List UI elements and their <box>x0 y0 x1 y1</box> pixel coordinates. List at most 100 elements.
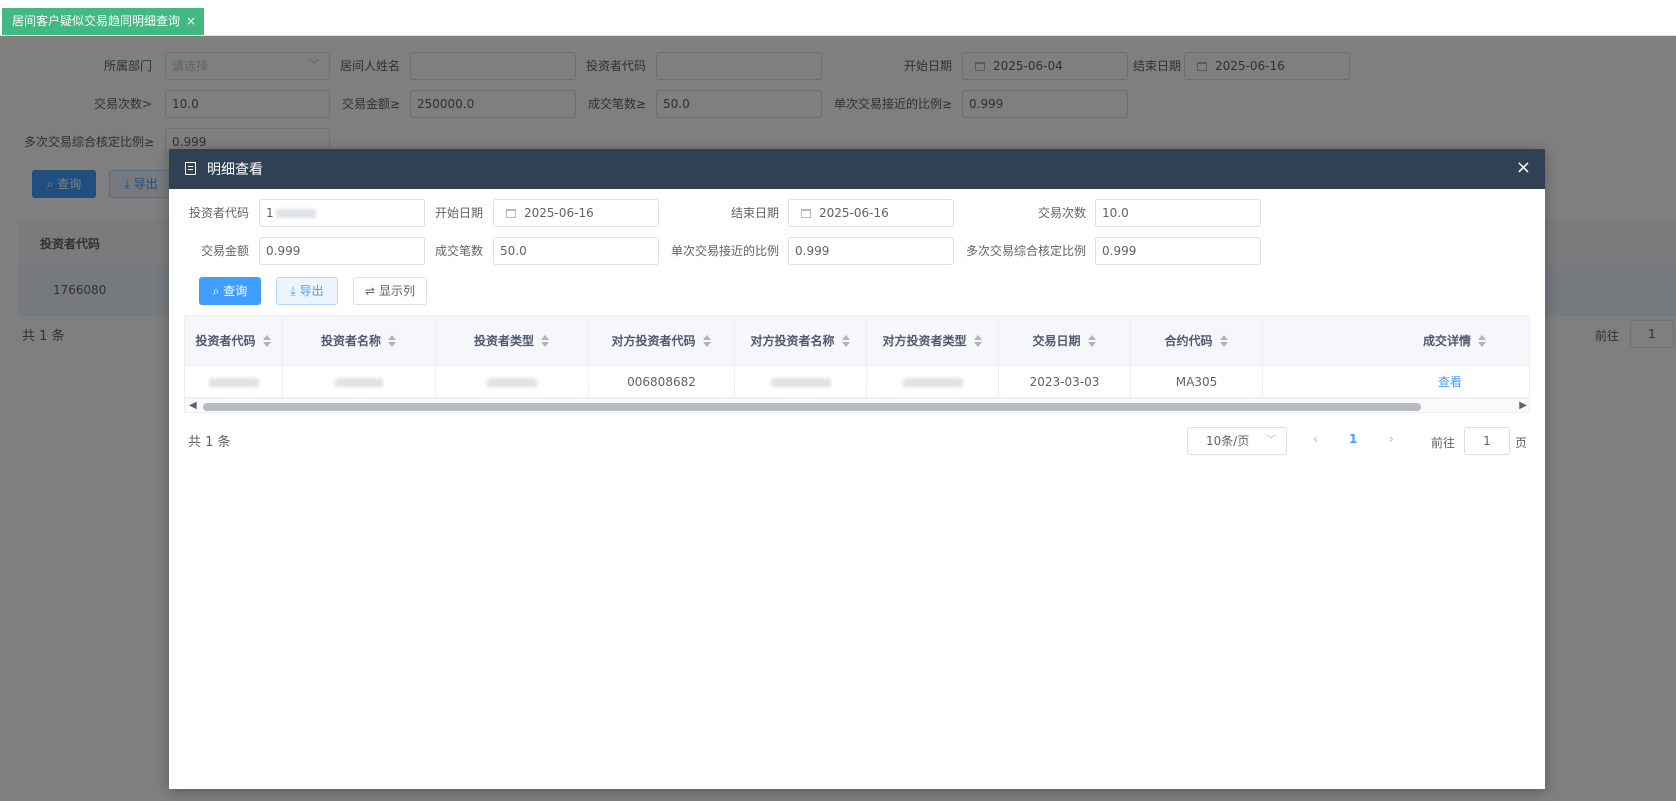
chevron-down-icon: ﹀ <box>1266 435 1276 446</box>
column-header-label: 对方投资者代码 <box>611 334 696 348</box>
sort-icon[interactable] <box>1087 334 1097 348</box>
column-header-label: 对方投资者名称 <box>750 334 835 348</box>
redacted-text <box>770 378 831 387</box>
dlg-start-date-picker[interactable]: 2025-06-16 <box>493 199 659 227</box>
dlg-start-date-label: 开始日期 <box>434 206 483 220</box>
view-detail-link[interactable]: 查看 <box>1438 375 1462 389</box>
sort-icon[interactable] <box>1477 334 1487 348</box>
column-header-label: 交易日期 <box>1032 334 1081 348</box>
detail-dialog: 明细查看 × 投资者代码 1 开始日期 2025-06-16 结束日期 2025… <box>169 149 1545 789</box>
page-size-value: 10条/页 <box>1206 434 1250 448</box>
counterparty-type-cell <box>867 366 999 398</box>
redacted-text <box>335 378 383 387</box>
dlg-start-date-value: 2025-06-16 <box>524 206 594 220</box>
tab-close-icon[interactable]: × <box>186 14 196 28</box>
column-header-investor-name[interactable]: 投资者名称 <box>283 316 436 366</box>
investor-name-cell <box>283 366 436 398</box>
redacted-text <box>902 378 963 387</box>
calendar-icon <box>801 209 811 218</box>
column-header-label: 成交详情 <box>1423 334 1472 348</box>
dlg-trade-amount-label: 交易金额 <box>200 244 249 258</box>
investor-code-cell <box>185 366 283 398</box>
redacted-text <box>275 209 316 218</box>
column-header-counterparty-type[interactable]: 对方投资者类型 <box>867 316 999 366</box>
dialog-header: 明细查看 × <box>169 149 1545 189</box>
dlg-single-ratio-input[interactable]: 0.999 <box>788 237 954 265</box>
column-header-trade-date[interactable]: 交易日期 <box>999 316 1131 366</box>
tab-active[interactable]: 居间客户疑似交易趋同明细查询 × <box>2 8 205 35</box>
dlg-query-button-label: 查询 <box>223 284 248 298</box>
dlg-investor-code-value: 1 <box>266 206 274 220</box>
close-icon[interactable]: × <box>1516 157 1531 179</box>
dlg-query-button[interactable]: ⌕ 查询 <box>199 277 261 305</box>
sort-icon[interactable] <box>973 334 983 348</box>
column-header-label: 合约代码 <box>1164 334 1213 348</box>
contract-code-cell: MA305 <box>1131 366 1263 398</box>
scroll-right-icon[interactable]: ▶ <box>1519 400 1527 411</box>
column-header-deal-detail[interactable]: 成交详情 <box>1263 316 1529 366</box>
sliders-icon: ⇌ <box>365 284 376 298</box>
dlg-deal-count-label: 成交笔数 <box>434 244 483 258</box>
column-header-investor-type[interactable]: 投资者类型 <box>436 316 589 366</box>
tab-label: 居间客户疑似交易趋同明细查询 <box>12 14 181 28</box>
column-header-investor-code[interactable]: 投资者代码 <box>185 316 283 366</box>
horizontal-scrollbar[interactable]: ◀ ▶ <box>185 398 1529 412</box>
dlg-export-button-label: 导出 <box>299 284 324 298</box>
dlg-end-date-label: 结束日期 <box>730 206 779 220</box>
dlg-single-ratio-label: 单次交易接近的比例 <box>670 244 779 258</box>
scrollbar-thumb[interactable] <box>203 403 1421 411</box>
goto-page-input[interactable]: 1 <box>1464 427 1510 455</box>
detail-table: 投资者代码 投资者名称 投资者类型 对方投资者代码 对方投资者名称 对方投资者类… <box>184 315 1530 413</box>
column-header-counterparty-name[interactable]: 对方投资者名称 <box>735 316 867 366</box>
dlg-trade-amount-input[interactable]: 0.999 <box>259 237 425 265</box>
dlg-end-date-picker[interactable]: 2025-06-16 <box>788 199 954 227</box>
dlg-investor-code-label: 投资者代码 <box>188 206 249 220</box>
dlg-columns-button-label: 显示列 <box>378 284 415 298</box>
table-header: 投资者代码 投资者名称 投资者类型 对方投资者代码 对方投资者名称 对方投资者类… <box>185 316 1529 366</box>
column-header-label: 投资者类型 <box>473 334 534 348</box>
redacted-text <box>487 378 537 387</box>
dlg-total-count: 共 1 条 <box>188 435 231 450</box>
page-suffix: 页 <box>1515 436 1528 450</box>
dlg-trade-count-input[interactable]: 10.0 <box>1095 199 1261 227</box>
calendar-icon <box>506 209 516 218</box>
dialog-title: 明细查看 <box>207 162 263 178</box>
page-size-select[interactable]: 10条/页 ﹀ <box>1187 427 1287 455</box>
sort-icon[interactable] <box>841 334 851 348</box>
goto-label: 前往 <box>1431 436 1456 450</box>
column-header-contract-code[interactable]: 合约代码 <box>1131 316 1263 366</box>
trade-date-cell: 2023-03-03 <box>999 366 1131 398</box>
dlg-export-button[interactable]: ⤓ 导出 <box>276 277 338 305</box>
counterparty-code-cell: 006808682 <box>589 366 735 398</box>
table-row[interactable]: 006808682 2023-03-03 MA305 查看 <box>185 366 1529 398</box>
dlg-multi-ratio-input[interactable]: 0.999 <box>1095 237 1261 265</box>
dlg-columns-button[interactable]: ⇌ 显示列 <box>353 277 427 305</box>
sort-icon[interactable] <box>702 334 712 348</box>
dlg-trade-count-label: 交易次数 <box>1037 206 1086 220</box>
download-icon: ⤓ <box>290 284 296 298</box>
tab-bar: 居间客户疑似交易趋同明细查询 × <box>0 0 1676 36</box>
document-icon <box>185 162 196 175</box>
dlg-investor-code-input[interactable]: 1 <box>259 199 425 227</box>
search-icon: ⌕ <box>212 284 220 298</box>
deal-detail-cell: 查看 <box>1263 366 1529 398</box>
dlg-deal-count-input[interactable]: 50.0 <box>493 237 659 265</box>
scroll-left-icon[interactable]: ◀ <box>189 400 197 411</box>
column-header-label: 对方投资者类型 <box>882 334 967 348</box>
next-page-icon[interactable]: › <box>1389 432 1394 446</box>
app-page: 居间客户疑似交易趋同明细查询× 所属部门 请选择 ﹀ 居间人姓名 投资者代码 开… <box>0 0 1676 801</box>
counterparty-name-cell <box>735 366 867 398</box>
column-header-label: 投资者代码 <box>195 334 256 348</box>
dlg-multi-ratio-label: 多次交易综合核定比例 <box>965 244 1086 258</box>
dlg-end-date-value: 2025-06-16 <box>819 206 889 220</box>
sort-icon[interactable] <box>1219 334 1229 348</box>
prev-page-icon[interactable]: ‹ <box>1313 432 1318 446</box>
investor-type-cell <box>436 366 589 398</box>
redacted-text <box>208 378 259 387</box>
sort-icon[interactable] <box>387 334 397 348</box>
sort-icon[interactable] <box>262 334 272 348</box>
column-header-counterparty-code[interactable]: 对方投资者代码 <box>589 316 735 366</box>
sort-icon[interactable] <box>540 334 550 348</box>
page-number-current[interactable]: 1 <box>1349 432 1357 446</box>
column-header-label: 投资者名称 <box>320 334 381 348</box>
